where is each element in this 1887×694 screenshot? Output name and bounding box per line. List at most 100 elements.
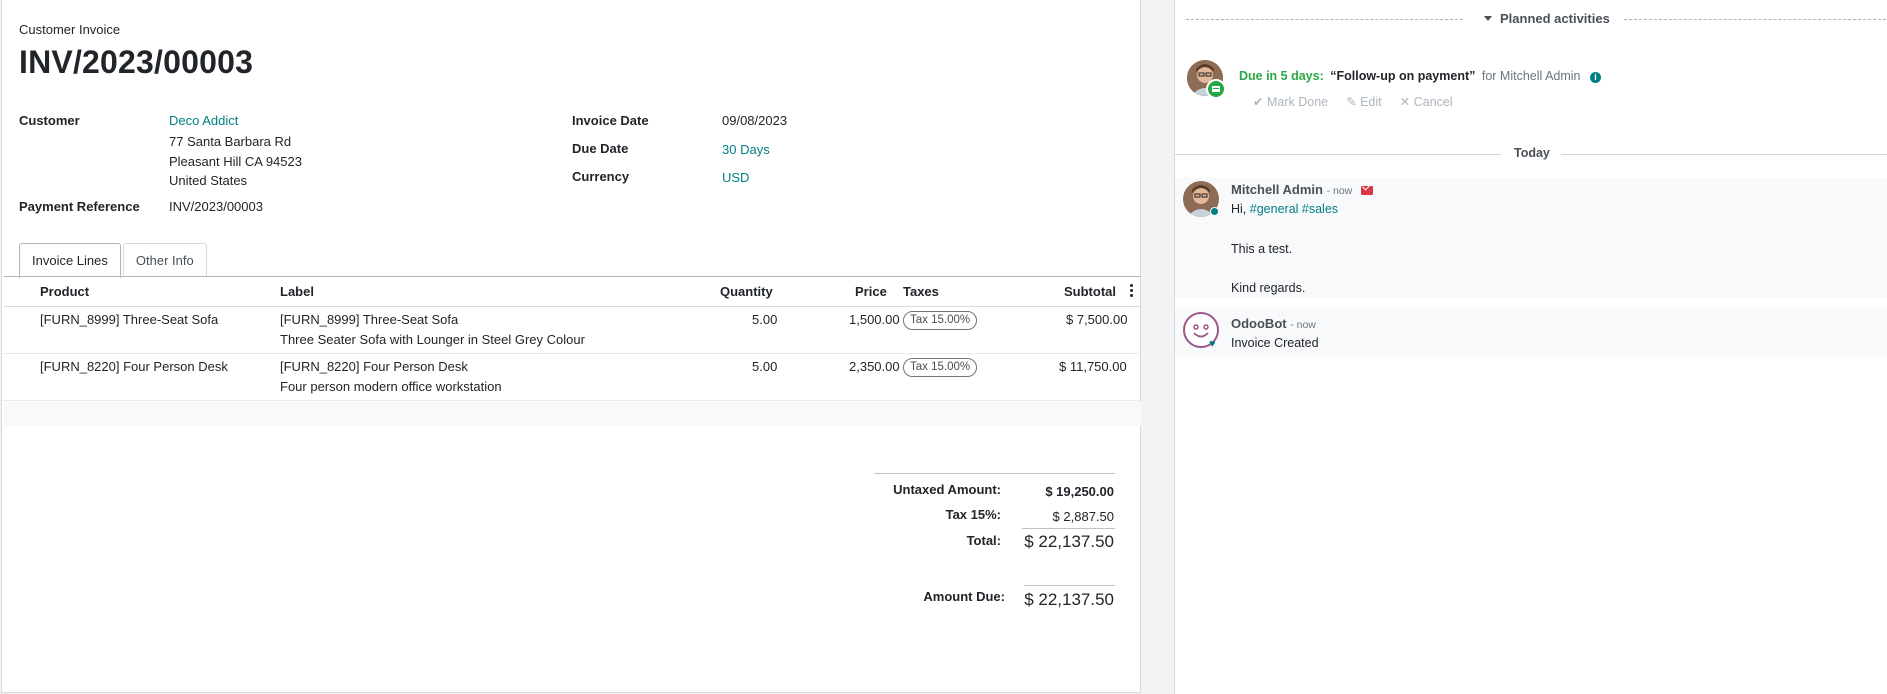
column-header-product[interactable]: Product bbox=[40, 284, 89, 299]
tab-invoice-lines[interactable]: Invoice Lines bbox=[19, 243, 121, 278]
tab-other-info[interactable]: Other Info bbox=[122, 243, 207, 277]
lines-table-header: Product Label Quantity Price Taxes Subto… bbox=[4, 277, 1141, 307]
message-date: - now bbox=[1326, 185, 1353, 197]
heart-icon: ♥ bbox=[1209, 338, 1216, 350]
dashed-divider bbox=[1186, 19, 1463, 20]
line-description: Four person modern office workstation bbox=[280, 379, 502, 394]
column-header-subtotal[interactable]: Subtotal bbox=[1064, 284, 1116, 299]
mark-done-label: Mark Done bbox=[1266, 95, 1329, 109]
line-label: [FURN_8220] Four Person Desk bbox=[280, 359, 468, 374]
dashed-divider bbox=[1624, 19, 1886, 20]
date-separator-label: Today bbox=[1514, 146, 1550, 160]
line-quantity: 5.00 bbox=[752, 312, 778, 327]
untaxed-amount-label: Untaxed Amount: bbox=[893, 482, 1001, 497]
totals-divider bbox=[874, 473, 1115, 474]
activity-type-icon bbox=[1206, 79, 1226, 99]
line-product: [FURN_8220] Four Person Desk bbox=[40, 359, 228, 374]
activity-summary: Due in 5 days: “Follow-up on payment” fo… bbox=[1239, 69, 1601, 83]
line-label: [FURN_8999] Three-Seat Sofa bbox=[280, 312, 459, 327]
payment-reference-field[interactable]: INV/2023/00003 bbox=[169, 199, 263, 214]
line-subtotal: $ 11,750.00 bbox=[1059, 359, 1127, 374]
planned-activities-header[interactable]: Planned activities bbox=[1186, 10, 1886, 30]
online-status-icon bbox=[1210, 207, 1219, 216]
activity-due-text: Due in 5 days: bbox=[1239, 69, 1324, 83]
invoice-date-label: Invoice Date bbox=[572, 113, 649, 128]
message-date: - now bbox=[1290, 319, 1316, 331]
due-date-label: Due Date bbox=[572, 141, 629, 156]
message-header: Mitchell Admin - now bbox=[1231, 182, 1373, 197]
customer-address: 77 Santa Barbara Rd Pleasant Hill CA 945… bbox=[169, 132, 302, 191]
message: Mitchell Admin - now Hi, #general #sales… bbox=[1175, 178, 1887, 298]
address-line: United States bbox=[169, 173, 248, 188]
message-text: Kind regards. bbox=[1231, 281, 1306, 295]
column-header-label[interactable]: Label bbox=[280, 284, 314, 299]
invoice-date-field[interactable]: 09/08/2023 bbox=[722, 113, 787, 128]
line-product: [FURN_8999] Three-Seat Sofa bbox=[40, 312, 219, 327]
amount-due-label: Amount Due: bbox=[923, 589, 1005, 604]
line-price: 2,350.00 bbox=[849, 359, 900, 374]
customer-link[interactable]: Deco Addict bbox=[169, 113, 238, 128]
document-type: Customer Invoice bbox=[19, 22, 121, 37]
activity-title: “Follow-up on payment” bbox=[1330, 69, 1476, 83]
invoice-sheet: Customer Invoice INV/2023/00003 Customer… bbox=[1, 0, 1141, 693]
table-row[interactable]: [FURN_8999] Three-Seat Sofa [FURN_8999] … bbox=[4, 307, 1141, 354]
total-divider bbox=[1022, 528, 1115, 529]
currency-link[interactable]: USD bbox=[722, 170, 749, 185]
optional-columns-icon[interactable] bbox=[1130, 284, 1134, 299]
notebook-tabs: Invoice Lines Other Info bbox=[19, 243, 209, 278]
address-line: Pleasant Hill CA 94523 bbox=[169, 153, 302, 169]
line-description: Three Seater Sofa with Lounger in Steel … bbox=[280, 332, 585, 347]
message-author[interactable]: OdooBot bbox=[1231, 316, 1287, 331]
tax-label: Tax 15%: bbox=[945, 507, 1001, 522]
close-icon: ✕ bbox=[1399, 95, 1411, 109]
column-header-quantity[interactable]: Quantity bbox=[720, 284, 773, 299]
line-subtotal: $ 7,500.00 bbox=[1066, 312, 1128, 327]
line-quantity: 5.00 bbox=[752, 359, 778, 374]
edit-button[interactable]: ✎ Edit bbox=[1346, 94, 1382, 109]
date-separator: Today bbox=[1175, 146, 1887, 162]
separator-line bbox=[1175, 154, 1501, 155]
tax-value: $ 2,887.50 bbox=[1052, 509, 1114, 524]
amount-due-divider bbox=[1024, 585, 1115, 586]
envelope-icon[interactable] bbox=[1360, 186, 1373, 195]
message-text: Hi, bbox=[1231, 202, 1247, 216]
info-icon[interactable]: i bbox=[1590, 72, 1601, 83]
chatter-panel: Planned activities Due in 5 days: “Follo… bbox=[1174, 0, 1887, 694]
message-text: Invoice Created bbox=[1231, 336, 1319, 350]
currency-label: Currency bbox=[572, 169, 630, 184]
amount-due-value: $ 22,137.50 bbox=[1024, 590, 1114, 609]
column-header-price[interactable]: Price bbox=[855, 284, 887, 299]
edit-label: Edit bbox=[1360, 95, 1382, 109]
message-text: This a test. bbox=[1231, 242, 1293, 256]
payment-terms-link[interactable]: 30 Days bbox=[722, 142, 770, 157]
pencil-icon: ✎ bbox=[1346, 95, 1357, 109]
message-body: Hi, #general #sales bbox=[1231, 202, 1338, 216]
planned-activities-label: Planned activities bbox=[1500, 11, 1610, 26]
column-header-taxes[interactable]: Taxes bbox=[903, 284, 939, 299]
tax-badge: Tax 15.00% bbox=[903, 358, 978, 377]
message: ♥ OdooBot - now Invoice Created bbox=[1175, 307, 1887, 357]
channel-link-general[interactable]: #general bbox=[1250, 202, 1299, 216]
address-line: 77 Santa Barbara Rd bbox=[169, 134, 292, 149]
empty-line-row bbox=[4, 402, 1141, 426]
line-price: 1,500.00 bbox=[849, 312, 900, 327]
total-label: Total: bbox=[966, 533, 1001, 548]
invoice-number: INV/2023/00003 bbox=[19, 44, 254, 80]
cancel-label: Cancel bbox=[1413, 95, 1453, 109]
mark-done-button[interactable]: ✔ Mark Done bbox=[1253, 94, 1328, 109]
channel-link-sales[interactable]: #sales bbox=[1302, 202, 1338, 216]
check-icon: ✔ bbox=[1253, 95, 1264, 109]
customer-label: Customer bbox=[19, 113, 80, 128]
table-row[interactable]: [FURN_8220] Four Person Desk [FURN_8220]… bbox=[4, 354, 1141, 401]
tax-badge: Tax 15.00% bbox=[903, 311, 978, 330]
caret-down-icon bbox=[1484, 16, 1492, 21]
activity-assignee: for Mitchell Admin bbox=[1481, 69, 1581, 83]
untaxed-amount-value: $ 19,250.00 bbox=[1045, 484, 1114, 499]
total-value: $ 22,137.50 bbox=[1024, 532, 1114, 551]
message-author[interactable]: Mitchell Admin bbox=[1231, 182, 1323, 197]
activity-actions: ✔ Mark Done ✎ Edit ✕ Cancel bbox=[1253, 94, 1453, 109]
separator-line bbox=[1561, 154, 1887, 155]
payment-reference-label: Payment Reference bbox=[19, 199, 140, 214]
planned-activities-toggle[interactable]: Planned activities bbox=[1484, 11, 1610, 26]
cancel-button[interactable]: ✕ Cancel bbox=[1400, 94, 1453, 109]
